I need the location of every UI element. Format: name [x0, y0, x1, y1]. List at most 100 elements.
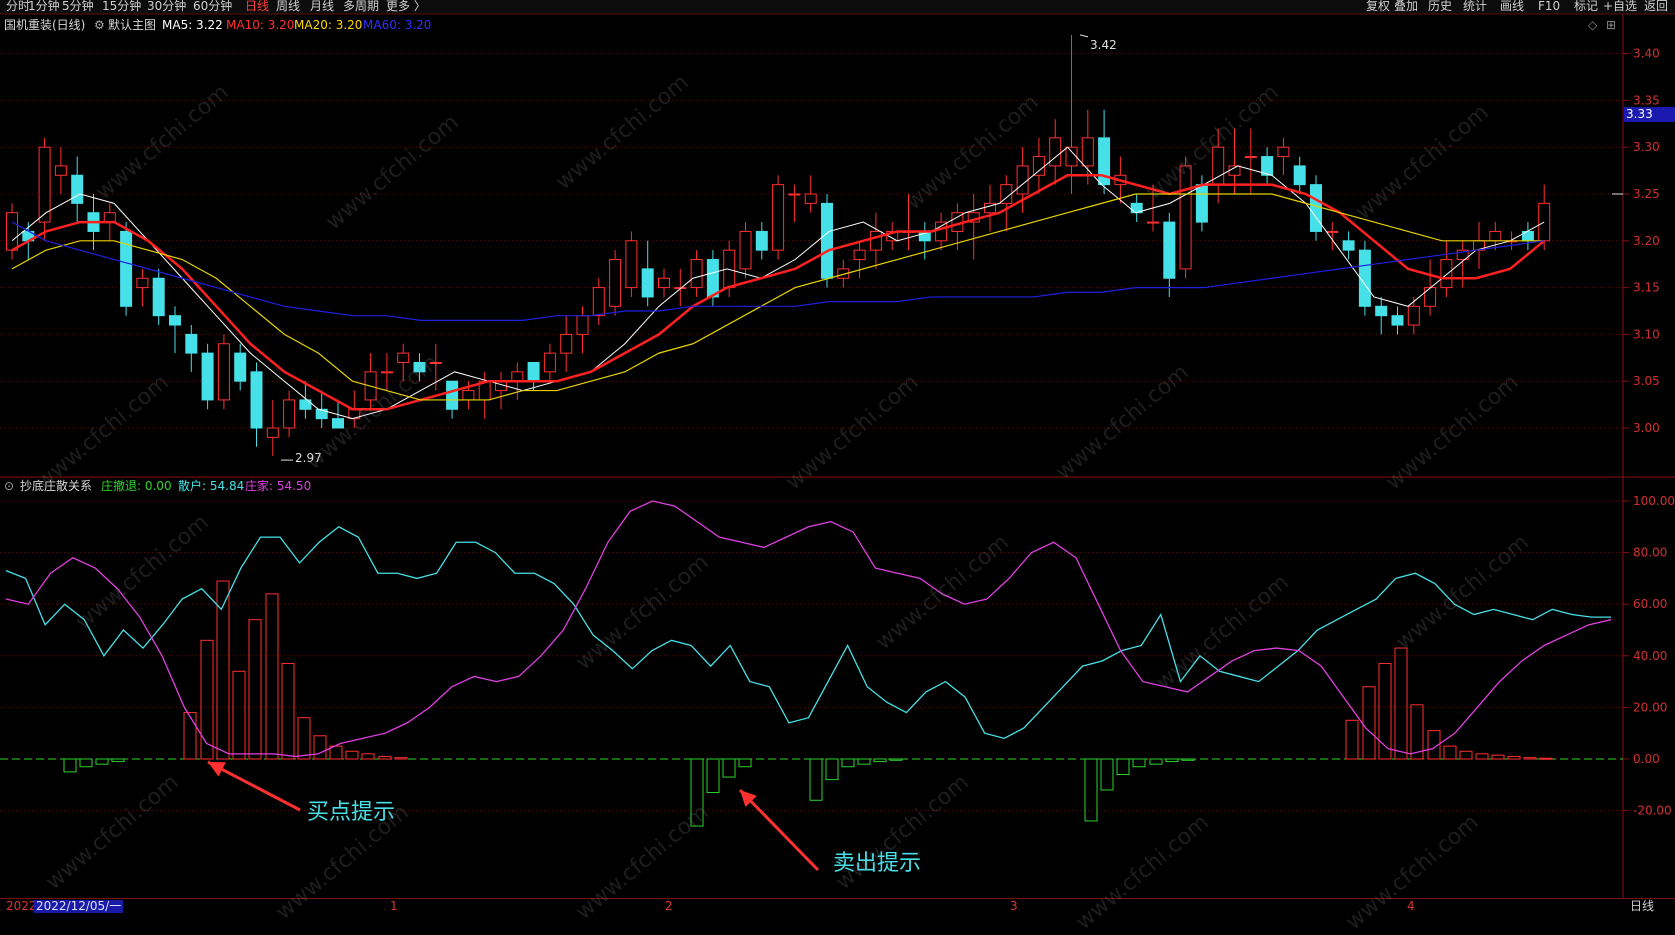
- candle-body: [641, 268, 654, 298]
- candle-body: [1032, 156, 1045, 176]
- candle-body: [462, 390, 475, 401]
- indicator-bar: [1132, 758, 1146, 768]
- price-tick-label: 3.05: [1633, 374, 1660, 388]
- month-mark: 4: [1407, 899, 1415, 913]
- indicator-tick-label: 60.00: [1633, 597, 1667, 611]
- price-tick-label: 3.20: [1633, 234, 1660, 248]
- candle-body: [1358, 249, 1371, 307]
- indicator-bar: [1165, 758, 1179, 763]
- current-price-tag: 3.33: [1624, 107, 1675, 122]
- candle-body: [250, 371, 263, 429]
- candle-body: [1277, 146, 1290, 158]
- candle-body: [1065, 146, 1078, 167]
- indicator-bar: [1084, 758, 1098, 822]
- indicator-bar: [281, 663, 295, 760]
- candle-body: [1147, 221, 1159, 224]
- indicator-collapse-icon[interactable]: ⊙: [4, 479, 14, 493]
- indicator-bar: [1475, 753, 1489, 760]
- candle-body: [1489, 230, 1502, 242]
- candle-body: [527, 361, 540, 382]
- candle-body: [1195, 184, 1208, 223]
- candle-body: [397, 352, 410, 363]
- indicator-tick-label: -20.00: [1633, 804, 1672, 818]
- candle-body: [772, 184, 785, 251]
- indicator-title[interactable]: 抄底庄散关系: [20, 479, 92, 493]
- indicator-bar: [1100, 758, 1114, 791]
- candle-body: [658, 277, 670, 289]
- candle-body: [169, 315, 181, 326]
- candle-body: [755, 230, 768, 251]
- ma20-label: MA20: 3.20: [294, 18, 363, 32]
- candle-body: [1375, 305, 1388, 317]
- price-tick-label: 3.40: [1633, 47, 1660, 61]
- chart-canvas: 3.40 3.35 3.30 3.25 3.20 3.15 3.10 3.05 3.00 100.…: [0, 13, 1675, 898]
- indicator-bar: [722, 758, 736, 778]
- indicator-bar: [1378, 663, 1392, 760]
- candle-body: [1326, 230, 1339, 233]
- ma5-label: MA5: 3.22: [162, 18, 223, 32]
- candle-body: [217, 343, 230, 401]
- month-mark: 3: [1010, 899, 1018, 913]
- candle-body: [185, 333, 198, 354]
- candle-body: [1293, 165, 1306, 186]
- indicator-bar: [232, 670, 246, 760]
- high-marker-line: [1079, 34, 1089, 38]
- candle-body: [234, 352, 247, 382]
- candle-body: [6, 212, 18, 251]
- indicator-bar: [889, 758, 903, 761]
- template-label[interactable]: 默认主图: [108, 18, 156, 32]
- candle-body: [609, 259, 622, 307]
- indicator-bar: [378, 755, 392, 760]
- ma10-label: MA10: 3.20: [226, 18, 295, 32]
- candle-body: [576, 315, 589, 335]
- indicator-bar: [394, 757, 408, 760]
- candle-body: [935, 221, 948, 242]
- candle-body: [54, 165, 67, 176]
- candle-body: [706, 259, 719, 298]
- indicator-bar: [297, 717, 311, 760]
- buy-hint-label: 买点提示: [307, 800, 396, 825]
- indicator-bar: [111, 758, 125, 763]
- candle-body: [283, 399, 296, 429]
- candle-body: [1049, 137, 1062, 167]
- selected-date: 2022/12/05/一: [34, 899, 124, 913]
- indicator-bar: [738, 758, 752, 768]
- price-tick-label: 3.30: [1633, 140, 1660, 154]
- candle-body: [1391, 315, 1404, 326]
- price-tick-label: 3.35: [1633, 93, 1660, 107]
- candle-body: [853, 249, 866, 261]
- settings-icon[interactable]: ⚙: [94, 18, 105, 32]
- sell-arrow: [738, 788, 820, 872]
- indicator-bar: [1539, 757, 1553, 760]
- candle-body: [1081, 137, 1094, 167]
- indicator-bar: [1394, 647, 1408, 760]
- candle-body: [1163, 221, 1176, 279]
- panel-toggle-icon[interactable]: ⊞: [1606, 18, 1616, 32]
- indicator-bar: [1149, 758, 1163, 765]
- stock-title: 国机重装(日线): [4, 18, 86, 32]
- candle-body: [1016, 165, 1029, 195]
- indicator-bar: [1345, 719, 1359, 760]
- candle-body: [266, 427, 279, 438]
- price-tick-label: 3.25: [1633, 187, 1660, 201]
- candle-body: [413, 361, 426, 373]
- candle-body: [71, 174, 84, 204]
- price-tick-label: 3.15: [1633, 281, 1660, 295]
- indicator-bar: [95, 758, 109, 765]
- candle-body: [1440, 259, 1453, 289]
- indicator-bar: [1116, 758, 1130, 775]
- indicator-bar: [313, 735, 327, 760]
- candle-body: [625, 240, 638, 289]
- candle-body: [804, 193, 817, 204]
- indicator-bar: [200, 639, 214, 760]
- indicator-bar: [248, 619, 262, 760]
- indicator-bar: [1459, 750, 1473, 760]
- indicator-bar: [1181, 758, 1195, 761]
- candle-body: [1310, 184, 1322, 232]
- indicator-bar: [1491, 754, 1505, 760]
- diamond-icon[interactable]: ◇: [1588, 18, 1597, 32]
- indicator-tick-label: 40.00: [1633, 649, 1667, 663]
- indicator-bar: [857, 758, 871, 765]
- candle-body: [1407, 305, 1420, 326]
- indicator-bar: [841, 758, 855, 768]
